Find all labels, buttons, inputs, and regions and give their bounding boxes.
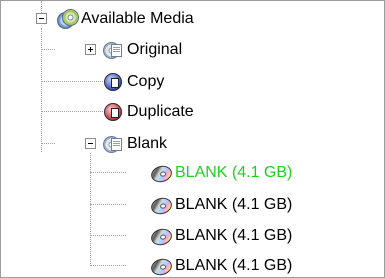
tree-node-label: BLANK (4.1 GB) — [175, 257, 293, 274]
tree-line-duplicate — [41, 111, 103, 112]
tree-line-top — [41, 1, 42, 13]
tree-node-label: Original — [127, 41, 183, 58]
discs-icon — [57, 9, 79, 29]
tree-node-copy[interactable]: Copy — [103, 70, 164, 94]
tree-node-available-media[interactable]: Available Media — [57, 7, 194, 31]
media-tree-panel: Available Media Original Copy Duplicate … — [0, 0, 385, 278]
disc-document-icon — [103, 40, 123, 60]
tree-line-blank-3 — [90, 235, 126, 236]
blank-disc-icon — [149, 195, 174, 217]
tree-node-blank-disc-1[interactable]: BLANK (4.1 GB) — [149, 161, 293, 185]
tree-node-label: Duplicate — [127, 103, 194, 120]
tree-node-label: BLANK (4.1 GB) — [175, 227, 293, 244]
duplicate-badge-icon — [103, 102, 123, 122]
tree-line-blank-children — [90, 153, 91, 266]
disc-document-icon — [103, 134, 123, 154]
tree-node-blank-disc-3[interactable]: BLANK (4.1 GB) — [149, 224, 293, 248]
blank-disc-icon — [149, 226, 174, 248]
tree-node-blank-disc-4[interactable]: BLANK (4.1 GB) — [149, 254, 293, 277]
expander-original[interactable] — [85, 44, 96, 55]
blank-disc-icon — [149, 256, 174, 277]
tree-line-blank-1 — [90, 172, 126, 173]
tree-node-blank[interactable]: Blank — [103, 132, 167, 156]
blank-disc-icon — [149, 163, 174, 185]
copy-badge-icon — [103, 72, 123, 92]
tree-line-root — [41, 28, 42, 152]
tree-node-label: BLANK (4.1 GB) — [175, 164, 293, 181]
tree-line-blank — [41, 143, 55, 144]
tree-line-blank-2 — [90, 204, 126, 205]
tree-line-blank-4 — [90, 265, 126, 266]
tree-node-blank-disc-2[interactable]: BLANK (4.1 GB) — [149, 193, 293, 217]
expander-available-media[interactable] — [36, 13, 47, 24]
tree-node-label: BLANK (4.1 GB) — [175, 196, 293, 213]
expander-blank[interactable] — [85, 138, 96, 149]
tree-line-copy — [41, 81, 103, 82]
tree-node-label: Copy — [127, 73, 165, 90]
tree-line-original — [41, 49, 55, 50]
tree-node-label: Blank — [127, 135, 168, 152]
tree-node-original[interactable]: Original — [103, 38, 182, 62]
tree-node-duplicate[interactable]: Duplicate — [103, 100, 194, 124]
tree-node-label: Available Media — [81, 10, 194, 27]
